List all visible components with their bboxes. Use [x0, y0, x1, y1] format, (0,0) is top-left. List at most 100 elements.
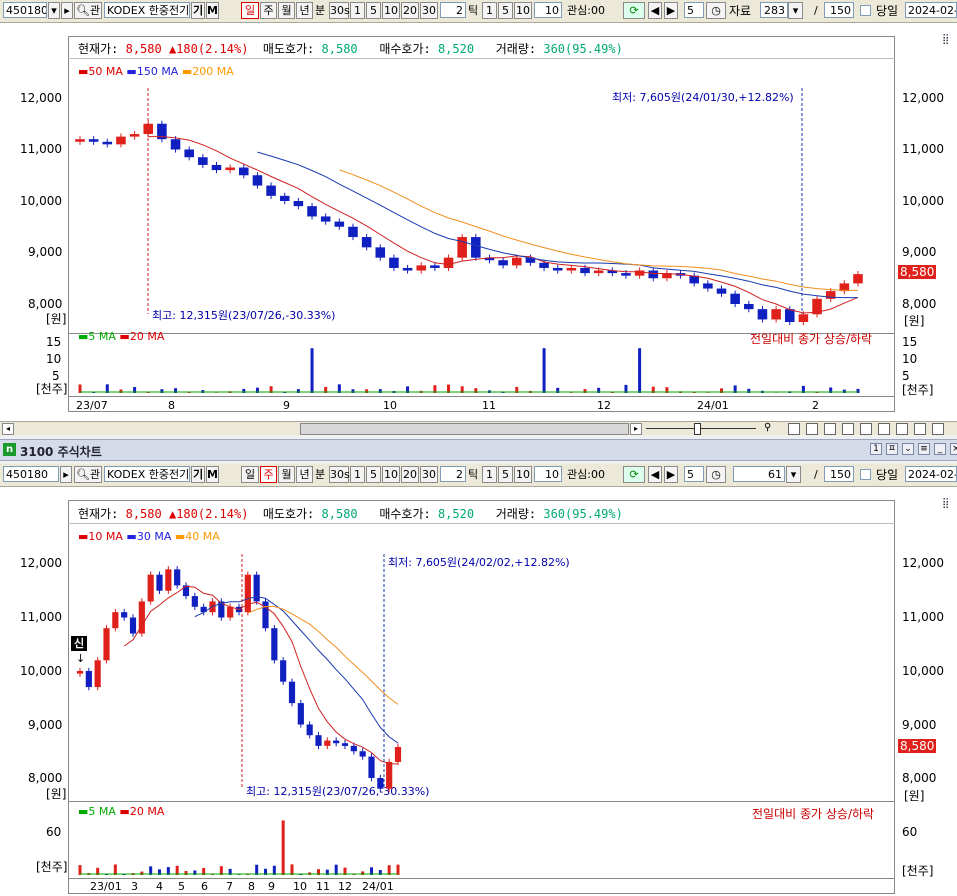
candle	[244, 574, 251, 613]
tick-5-button[interactable]: 5	[498, 2, 513, 19]
min-1-button[interactable]: 1	[350, 466, 365, 483]
min-10-button[interactable]: 10	[382, 2, 400, 19]
candle	[744, 304, 754, 310]
xtick: 11	[482, 399, 496, 412]
clock-button[interactable]: ◷	[706, 466, 726, 483]
current-price-box: 8,580	[898, 265, 937, 279]
sec-button[interactable]: 30s	[329, 466, 350, 483]
tick-1-button[interactable]: 1	[482, 466, 497, 483]
data-count-input[interactable]: 61	[733, 466, 785, 482]
tick-1-button[interactable]: 1	[482, 2, 497, 19]
chart-scrollbar[interactable]: ◂ ▸ ⚲	[0, 421, 957, 435]
today-checkbox[interactable]	[860, 5, 871, 16]
zoom-slider-track[interactable]	[646, 428, 756, 429]
period-month-button[interactable]: 월	[278, 466, 295, 483]
candle	[306, 724, 313, 736]
min-20-button[interactable]: 20	[401, 2, 419, 19]
period-week-button[interactable]: 주	[260, 2, 277, 19]
tick-count-input[interactable]: 2	[440, 2, 466, 18]
clock-button[interactable]: ◷	[706, 2, 726, 19]
stock-code-input[interactable]: 450180	[3, 2, 47, 18]
period-day-button[interactable]: 일	[241, 466, 259, 483]
zoom-slider-handle[interactable]	[694, 423, 701, 435]
gi-button[interactable]: 기	[191, 466, 205, 483]
step-input[interactable]: 5	[684, 466, 704, 482]
minute-label: 분	[315, 4, 326, 17]
prev-button[interactable]: ◀	[648, 2, 662, 19]
stock-code-input[interactable]: 450180	[3, 466, 59, 482]
min-30-button[interactable]: 30	[420, 466, 438, 483]
window2-titlebar[interactable]: n 3100 주식차트 1 ㅍ ⌄ ≡ _ ×	[0, 439, 957, 461]
scroll-thumb[interactable]	[300, 423, 629, 435]
window-link-icon[interactable]: ⌄	[902, 443, 914, 455]
window-fix-icon[interactable]: ㅍ	[886, 443, 898, 455]
tool-icon[interactable]	[914, 423, 926, 435]
next-button[interactable]: ▶	[664, 2, 678, 19]
tick-count-input[interactable]: 2	[440, 466, 466, 482]
search-button[interactable]: 🔍︎관	[74, 2, 102, 19]
min-10-button[interactable]: 10	[382, 466, 400, 483]
next-arrow-button[interactable]: ▸	[61, 2, 73, 19]
tick-input[interactable]: 10	[534, 2, 562, 18]
refresh-button[interactable]: ⟳	[623, 466, 645, 483]
tool-icon[interactable]	[788, 423, 800, 435]
period-year-button[interactable]: 년	[296, 466, 313, 483]
date-input[interactable]: 2024-02-	[905, 2, 957, 18]
period-day-button[interactable]: 일	[241, 2, 259, 19]
panel2-menu-icon[interactable]: ⣿	[942, 498, 949, 509]
tick-5-button[interactable]: 5	[498, 466, 513, 483]
next-button[interactable]: ▶	[664, 466, 678, 483]
prev-button[interactable]: ◀	[648, 466, 662, 483]
period-week-button[interactable]: 주	[260, 466, 277, 483]
code-dropdown-button[interactable]: ▾	[48, 2, 60, 19]
minimize-icon[interactable]: _	[934, 443, 946, 455]
scroll-right-button[interactable]: ▸	[630, 423, 642, 435]
tool-icon[interactable]	[806, 423, 818, 435]
tool-icon[interactable]	[932, 423, 944, 435]
prev-icon: ◀	[650, 4, 660, 17]
tool-icon[interactable]	[860, 423, 872, 435]
tick-10-button[interactable]: 10	[514, 466, 532, 483]
m-button[interactable]: M	[206, 466, 219, 483]
sec-button[interactable]: 30s	[329, 2, 350, 19]
search-button[interactable]: 🔍︎관	[74, 466, 102, 483]
refresh-button[interactable]: ⟳	[623, 2, 645, 19]
date-input[interactable]: 2024-02-	[905, 466, 957, 482]
period-year-button[interactable]: 년	[296, 2, 313, 19]
xtick: 8	[168, 399, 175, 412]
window-tool-icon[interactable]: ≡	[918, 443, 930, 455]
m-button[interactable]: M	[206, 2, 219, 19]
data-count-dropdown[interactable]: ▾	[786, 466, 801, 483]
tool-icon[interactable]	[842, 423, 854, 435]
tick-10-button[interactable]: 10	[514, 2, 532, 19]
tool-icon[interactable]	[824, 423, 836, 435]
data-count-input[interactable]: 283	[760, 2, 788, 18]
interest-label[interactable]: 관심:00	[567, 467, 605, 483]
step-input[interactable]: 5	[684, 2, 704, 18]
candle	[76, 671, 84, 674]
total-input[interactable]: 150	[824, 2, 854, 18]
close-icon[interactable]: ×	[950, 443, 957, 455]
panel1-menu-icon[interactable]: ⣿	[942, 34, 949, 45]
next-icon: ▶	[666, 4, 676, 17]
tool-icon[interactable]	[896, 423, 908, 435]
zoom-icon[interactable]: ⚲	[764, 422, 771, 433]
period-month-button[interactable]: 월	[278, 2, 295, 19]
min-30-button[interactable]: 30	[420, 2, 438, 19]
total-input[interactable]: 150	[824, 466, 854, 482]
candle	[471, 237, 481, 258]
data-count-dropdown[interactable]: ▾	[788, 2, 803, 19]
tick-input[interactable]: 10	[534, 466, 562, 482]
min-5-button[interactable]: 5	[366, 466, 381, 483]
min-1-button[interactable]: 1	[350, 2, 365, 19]
min-20-button[interactable]: 20	[401, 466, 419, 483]
scroll-left-button[interactable]: ◂	[2, 423, 14, 435]
today-checkbox[interactable]	[860, 469, 871, 480]
next-arrow-button[interactable]: ▸	[60, 466, 72, 483]
gi-button[interactable]: 기	[191, 2, 205, 19]
candle	[147, 574, 154, 602]
interest-label[interactable]: 관심:00	[567, 3, 605, 19]
tool-icon[interactable]	[878, 423, 890, 435]
window-1-icon[interactable]: 1	[870, 443, 882, 455]
min-5-button[interactable]: 5	[366, 2, 381, 19]
